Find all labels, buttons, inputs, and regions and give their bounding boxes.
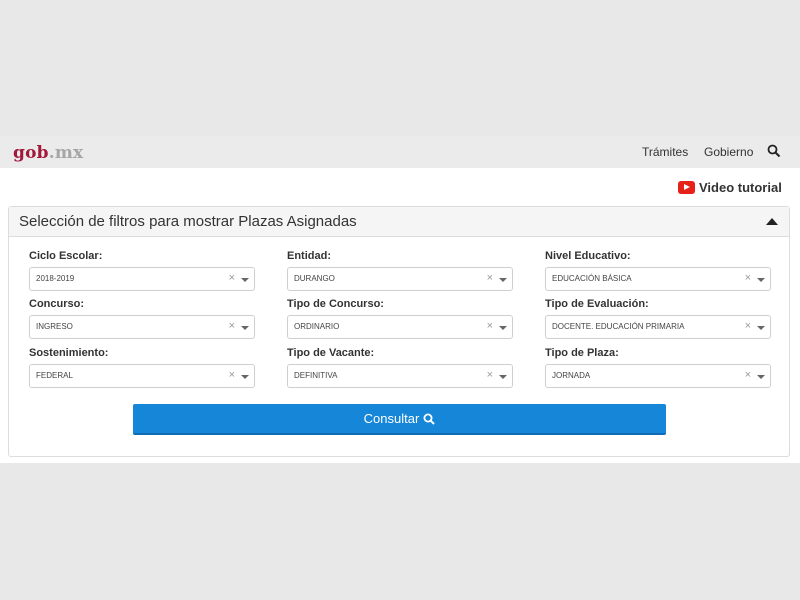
clear-icon[interactable]: × xyxy=(229,369,235,381)
select-value: ORDINARIO xyxy=(294,322,340,331)
filters-panel: Selección de filtros para mostrar Plazas… xyxy=(8,206,790,457)
tipo-plaza-select[interactable]: JORNADA × xyxy=(545,364,771,388)
tipo-vacante-select[interactable]: DEFINITIVA × xyxy=(287,364,513,388)
select-value: DOCENTE. EDUCACIÓN PRIMARIA xyxy=(552,322,685,331)
logo-main: gob xyxy=(13,143,49,163)
concurso-select[interactable]: INGRESO × xyxy=(29,315,255,339)
consultar-button[interactable]: Consultar xyxy=(133,404,666,435)
field-label: Tipo de Evaluación: xyxy=(545,298,649,310)
nav-tramites-link[interactable]: Trámites xyxy=(642,145,688,159)
select-value: 2018-2019 xyxy=(36,274,75,283)
filter-ciclo-escolar: Ciclo Escolar: 2018-2019 × xyxy=(29,250,255,291)
tipo-evaluacion-select[interactable]: DOCENTE. EDUCACIÓN PRIMARIA × xyxy=(545,315,771,339)
select-value: DEFINITIVA xyxy=(294,371,338,380)
clear-icon[interactable]: × xyxy=(745,369,751,381)
youtube-icon xyxy=(678,180,695,194)
select-value: EDUCACIÓN BÁSICA xyxy=(552,274,632,283)
filter-tipo-vacante: Tipo de Vacante: DEFINITIVA × xyxy=(287,347,513,388)
clear-icon[interactable]: × xyxy=(745,320,751,332)
filter-nivel-educativo: Nivel Educativo: EDUCACIÓN BÁSICA × xyxy=(545,250,771,291)
page-background-bottom xyxy=(0,463,800,600)
video-tutorial-label: Video tutorial xyxy=(699,179,782,195)
search-icon[interactable] xyxy=(767,144,781,158)
field-label: Nivel Educativo: xyxy=(545,250,631,262)
select-value: FEDERAL xyxy=(36,371,73,380)
clear-icon[interactable]: × xyxy=(229,320,235,332)
select-value: INGRESO xyxy=(36,322,73,331)
field-label: Tipo de Concurso: xyxy=(287,298,384,310)
panel-title: Selección de filtros para mostrar Plazas… xyxy=(19,213,357,230)
chevron-down-icon[interactable] xyxy=(241,375,249,379)
field-label: Concurso: xyxy=(29,298,84,310)
nivel-educativo-select[interactable]: EDUCACIÓN BÁSICA × xyxy=(545,267,771,291)
clear-icon[interactable]: × xyxy=(745,272,751,284)
chevron-down-icon[interactable] xyxy=(757,278,765,282)
field-label: Sostenimiento: xyxy=(29,347,109,359)
filter-entidad: Entidad: DURANGO × xyxy=(287,250,513,291)
clear-icon[interactable]: × xyxy=(487,320,493,332)
main-content: Video tutorial Selección de filtros para… xyxy=(0,168,800,463)
gob-mx-logo[interactable]: gob.mx xyxy=(13,143,83,163)
field-label: Tipo de Plaza: xyxy=(545,347,619,359)
field-label: Entidad: xyxy=(287,250,331,262)
video-tutorial-link[interactable]: Video tutorial xyxy=(678,179,782,195)
search-icon xyxy=(423,413,436,425)
entidad-select[interactable]: DURANGO × xyxy=(287,267,513,291)
filter-tipo-plaza: Tipo de Plaza: JORNADA × xyxy=(545,347,771,388)
filters-panel-header[interactable]: Selección de filtros para mostrar Plazas… xyxy=(9,207,789,237)
collapse-arrow-icon[interactable] xyxy=(766,218,778,225)
chevron-down-icon[interactable] xyxy=(499,326,507,330)
chevron-down-icon[interactable] xyxy=(241,278,249,282)
chevron-down-icon[interactable] xyxy=(757,326,765,330)
filter-sostenimiento: Sostenimiento: FEDERAL × xyxy=(29,347,255,388)
sostenimiento-select[interactable]: FEDERAL × xyxy=(29,364,255,388)
filter-tipo-concurso: Tipo de Concurso: ORDINARIO × xyxy=(287,298,513,339)
field-label: Tipo de Vacante: xyxy=(287,347,375,359)
tipo-concurso-select[interactable]: ORDINARIO × xyxy=(287,315,513,339)
clear-icon[interactable]: × xyxy=(229,272,235,284)
logo-suffix: .mx xyxy=(48,143,84,163)
ciclo-escolar-select[interactable]: 2018-2019 × xyxy=(29,267,255,291)
nav-gobierno-link[interactable]: Gobierno xyxy=(704,145,753,159)
filter-concurso: Concurso: INGRESO × xyxy=(29,298,255,339)
consultar-label: Consultar xyxy=(363,411,420,426)
chevron-down-icon[interactable] xyxy=(241,326,249,330)
select-value: DURANGO xyxy=(294,274,335,283)
top-navbar: gob.mx Trámites Gobierno xyxy=(0,136,800,168)
filter-tipo-evaluacion: Tipo de Evaluación: DOCENTE. EDUCACIÓN P… xyxy=(545,298,771,339)
clear-icon[interactable]: × xyxy=(487,272,493,284)
clear-icon[interactable]: × xyxy=(487,369,493,381)
chevron-down-icon[interactable] xyxy=(499,375,507,379)
chevron-down-icon[interactable] xyxy=(757,375,765,379)
chevron-down-icon[interactable] xyxy=(499,278,507,282)
field-label: Ciclo Escolar: xyxy=(29,250,103,262)
select-value: JORNADA xyxy=(552,371,591,380)
